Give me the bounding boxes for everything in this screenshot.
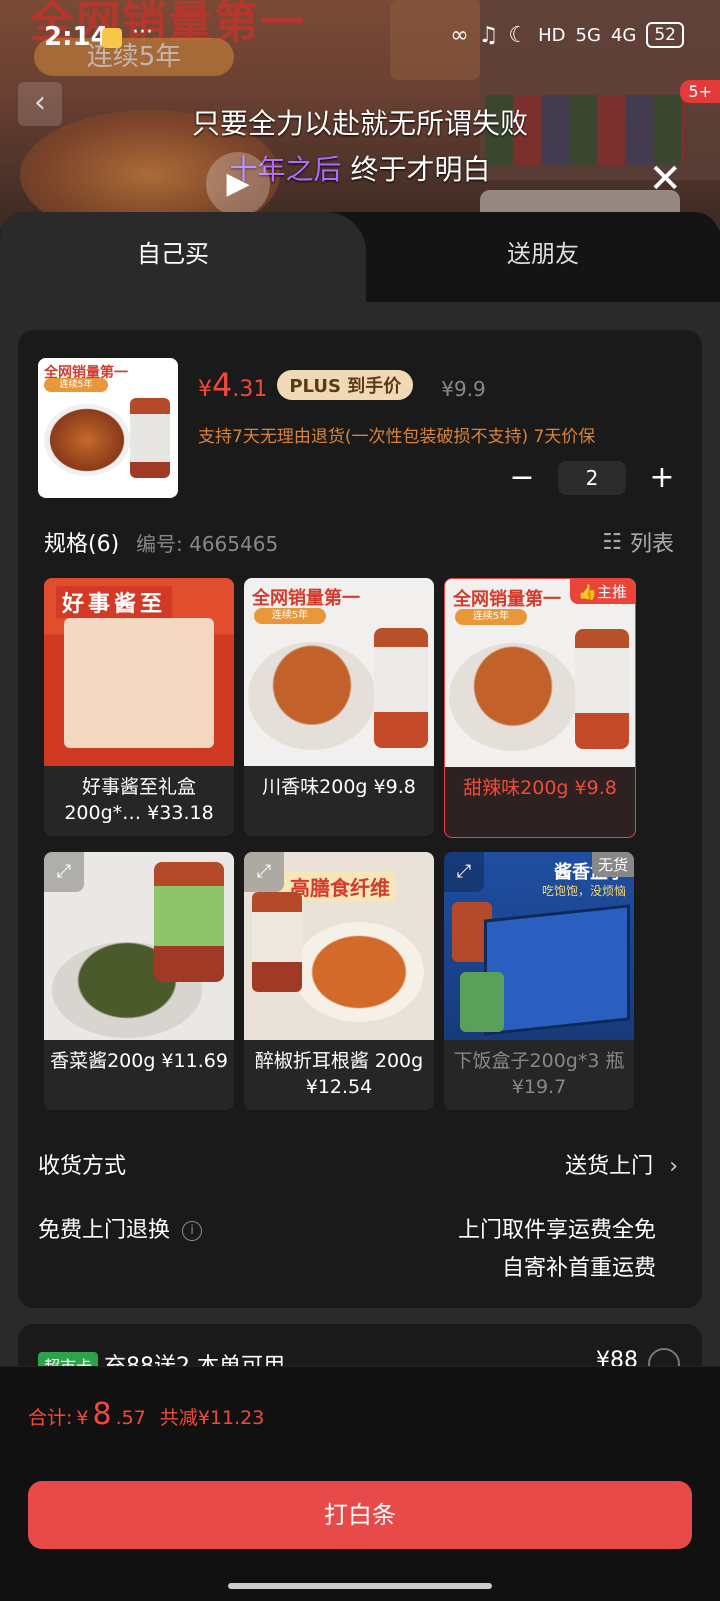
current-price: ¥4.31: [198, 366, 267, 404]
spec-code: 编号: 4665465: [136, 532, 279, 556]
increase-button[interactable]: +: [648, 460, 676, 495]
sku-zheergen[interactable]: 高膳食纤维 ⤢ 醉椒折耳根酱 200g ¥12.54: [244, 852, 434, 1110]
delivery-value: 送货上门: [565, 1154, 654, 1179]
sku-label: 好事酱至礼盒 200g*… ¥33.18: [64, 776, 214, 824]
returns-value-1: 上门取件享运费全免: [457, 1218, 656, 1243]
jar-image: [575, 629, 629, 749]
bowl-image: [449, 643, 577, 751]
sku-label: 醉椒折耳根酱 200g ¥12.54: [254, 1050, 424, 1098]
sku-box-soldout[interactable]: 酱香盒子 吃饱饱，没烦恼 ⤢ 无货 下饭盒子200g*3 瓶 ¥19.7: [444, 852, 634, 1110]
thumb-pill: 连续5年: [44, 378, 108, 392]
close-button[interactable]: ✕: [648, 156, 682, 202]
thumb-food: [44, 404, 130, 476]
price-symbol: ¥: [198, 377, 212, 402]
thumb-jar: [130, 398, 170, 478]
play-button[interactable]: ▶: [206, 152, 270, 216]
sku-label: 香菜酱200g ¥11.69: [50, 1050, 228, 1072]
sku-image: 全网销量第一 连续5年: [445, 579, 635, 767]
expand-icon[interactable]: ⤢: [444, 852, 484, 892]
delivery-label: 收货方式: [38, 1154, 127, 1179]
sku-label: 下饭盒子200g*3 瓶 ¥19.7: [453, 1050, 625, 1098]
gift-box-image: [64, 618, 214, 748]
chevron-right-icon: ›: [669, 1154, 678, 1179]
tab-friend[interactable]: 送朋友: [366, 234, 720, 269]
lyric-line-1: 只要全力以赴就无所谓失败: [191, 107, 528, 140]
status-bar: 2:14 ··· ∞ ♫ ☾ HD 5G 4G 52: [0, 0, 720, 72]
sku-chuanxiang[interactable]: 全网销量第一 连续5年 川香味200g ¥9.8: [244, 578, 434, 836]
returns-label: 免费上门退换 i: [38, 1212, 203, 1244]
return-policy: 支持7天无理由退货(一次性包装破损不支持) 7天价保: [198, 427, 596, 447]
expand-icon[interactable]: ⤢: [44, 852, 84, 892]
sku-tianla-selected[interactable]: 全网销量第一 连续5年 👍主推 甜辣味200g ¥9.8: [444, 578, 636, 838]
original-price: ¥9.9: [441, 377, 486, 401]
total-int: 8: [92, 1397, 112, 1432]
thumb-header: 全网销量第一 连续5年: [38, 358, 178, 394]
jar-image: [154, 862, 224, 982]
signal-4g-icon: 4G: [610, 24, 637, 46]
plate-image: [294, 922, 424, 1022]
recommended-tag: 👍主推: [570, 579, 635, 604]
quantity-stepper: − 2 +: [508, 460, 676, 495]
spec-title: 规格(6): [44, 532, 120, 557]
returns-value-2: 自寄补首重运费: [501, 1256, 656, 1281]
price-row: ¥4.31 PLUS 到手价 ¥9.9: [198, 366, 486, 404]
plus-price-tag: PLUS 到手价: [277, 370, 414, 400]
list-icon: ☷: [602, 529, 622, 555]
moon-icon: ☾: [508, 22, 529, 48]
battery-icon: 52: [646, 22, 684, 48]
price-int: 4: [212, 366, 233, 404]
checkout-footer: 合计: ¥ 8 .57 共减¥11.23 打白条: [0, 1366, 720, 1601]
image-pill: 连续5年: [455, 609, 527, 625]
hd-icon: HD: [538, 24, 566, 46]
lyric-line-2: 十年之后 终于才明白: [0, 148, 720, 188]
order-total: 合计: ¥ 8 .57 共减¥11.23: [28, 1397, 264, 1432]
image-pill: 连续5年: [254, 608, 326, 624]
price-dec: .31: [232, 377, 268, 402]
more-notifications-icon: ···: [132, 20, 153, 45]
image-subtitle: 吃饱饱，没烦恼: [541, 884, 626, 898]
jar-image: [460, 972, 504, 1032]
status-time: 2:14: [44, 22, 109, 52]
bowl-image: [248, 642, 376, 750]
lyric-rest: 终于才明白: [341, 153, 491, 186]
total-saved: 共减¥11.23: [159, 1407, 265, 1429]
list-view-toggle[interactable]: ☷ 列表: [602, 526, 674, 558]
gift-box-image: [484, 904, 630, 1036]
quantity-value[interactable]: 2: [558, 460, 626, 495]
sku-image: 好事酱至: [44, 578, 234, 766]
thumbs-up-icon: 👍: [578, 583, 597, 601]
count-badge: 5+: [680, 80, 720, 103]
pay-button[interactable]: 打白条: [28, 1481, 692, 1549]
list-label: 列表: [629, 532, 674, 557]
home-indicator[interactable]: [228, 1583, 492, 1589]
decrease-button[interactable]: −: [508, 460, 536, 495]
headphones-icon: ♫: [478, 22, 499, 48]
product-card: 全网销量第一 连续5年 ¥4.31 PLUS 到手价 ¥9.9 支持7天无理由退…: [18, 330, 702, 1308]
out-of-stock-tag: 无货: [591, 852, 634, 877]
jar-image: [252, 892, 302, 992]
expand-icon[interactable]: ⤢: [244, 852, 284, 892]
status-icons: ∞ ♫ ☾ HD 5G 4G 52: [450, 22, 684, 48]
image-header: 全网销量第一: [453, 589, 561, 610]
total-symbol: ¥: [76, 1407, 89, 1429]
notification-app-icon: [102, 28, 122, 48]
product-thumbnail[interactable]: 全网销量第一 连续5年: [38, 358, 178, 498]
sku-gift-box[interactable]: 好事酱至 好事酱至礼盒 200g*… ¥33.18: [44, 578, 234, 836]
sku-label: 川香味200g ¥9.8: [262, 776, 416, 798]
info-icon[interactable]: i: [182, 1221, 203, 1241]
gift-title: 好事酱至: [56, 586, 173, 618]
sku-image: 全网销量第一 连续5年: [244, 578, 434, 766]
tab-self[interactable]: 自己买: [0, 234, 346, 269]
jar-image: [374, 628, 428, 748]
total-dec: .57: [115, 1407, 146, 1429]
returns-label-text: 免费上门退换: [38, 1218, 171, 1243]
link-icon: ∞: [450, 22, 469, 48]
tag-text: 主推: [596, 583, 627, 601]
delivery-method[interactable]: 送货上门 ›: [565, 1148, 678, 1180]
signal-5g-icon: 5G: [575, 24, 601, 46]
total-label: 合计:: [28, 1407, 73, 1429]
sku-label: 甜辣味200g ¥9.8: [463, 777, 617, 799]
image-header: 全网销量第一: [252, 588, 360, 609]
sku-cilantro[interactable]: ⤢ 香菜酱200g ¥11.69: [44, 852, 234, 1110]
